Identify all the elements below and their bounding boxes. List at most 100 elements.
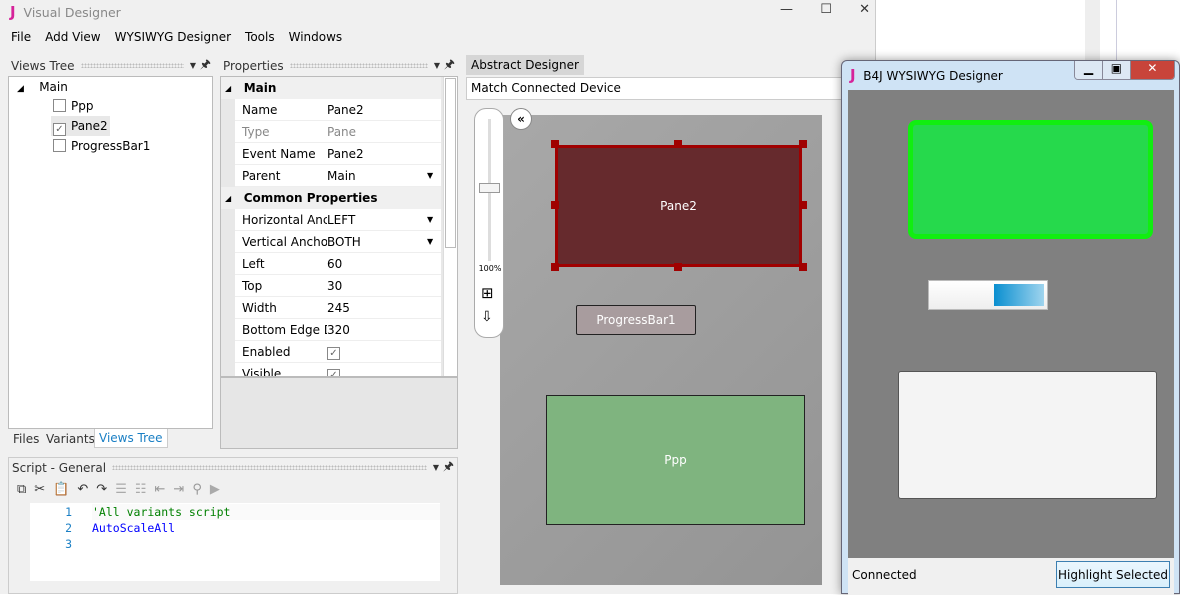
- checkbox[interactable]: [53, 139, 66, 152]
- line-numbers: 1 2 3: [30, 504, 72, 552]
- prop-value[interactable]: LEFT: [327, 213, 427, 227]
- checkbox[interactable]: [53, 99, 66, 112]
- dropdown-icon[interactable]: ▼: [433, 463, 439, 472]
- menu-windows[interactable]: Windows: [289, 30, 343, 44]
- tab-files[interactable]: Files: [13, 432, 39, 446]
- prop-row[interactable]: Horizontal AnchorLEFT▼: [235, 209, 441, 231]
- status-bar: Connected Highlight Selected: [848, 558, 1174, 595]
- line-number: 3: [65, 537, 72, 551]
- prop-value[interactable]: 30: [327, 279, 441, 293]
- code-line: 'All variants script: [92, 504, 440, 520]
- tab-variants[interactable]: Variants: [46, 432, 95, 446]
- menu-tools[interactable]: Tools: [245, 30, 275, 44]
- prop-key: Enabled: [242, 344, 291, 359]
- pin-icon[interactable]: 🖈: [443, 457, 454, 478]
- menu-file[interactable]: File: [11, 30, 31, 44]
- prop-row[interactable]: Top 30: [235, 275, 441, 297]
- prop-row[interactable]: Vertical Anchor BOTH ▼: [235, 231, 441, 253]
- tree-item-progressbar1[interactable]: ProgressBar1: [53, 136, 150, 156]
- zoom-control: 100% ⊞ ⇩: [474, 108, 504, 338]
- app-logo: J: [10, 3, 16, 21]
- prop-value[interactable]: 245: [327, 301, 441, 315]
- tree-item-ppp[interactable]: Ppp: [53, 96, 93, 116]
- minimize-icon[interactable]: —: [780, 2, 793, 17]
- category-common[interactable]: ◢ Common Properties: [221, 187, 441, 209]
- prop-row[interactable]: Enabled ✓: [235, 341, 441, 363]
- properties-grid: ◢ Main Name Pane2 Type Pane Event Name Pane…: [220, 76, 458, 449]
- export-icon[interactable]: ⇩: [481, 309, 493, 325]
- copy-icon[interactable]: ⧉: [17, 482, 26, 497]
- maximize-icon[interactable]: ☐: [820, 2, 832, 17]
- tree-root[interactable]: ◢ Main: [17, 77, 68, 97]
- designer-canvas[interactable]: Pane2 ProgressBar1 Ppp: [500, 115, 822, 585]
- window-title: B4J WYSIWYG Designer: [863, 69, 1003, 83]
- prop-row[interactable]: Width 245: [235, 297, 441, 319]
- prop-row[interactable]: Name Pane2: [235, 99, 441, 121]
- category-label: Main: [243, 81, 277, 95]
- visual-designer-window: J Visual Designer — ☐ ✕ File Add View WYSIWY…: [0, 0, 876, 594]
- outdent-icon[interactable]: ⇤: [155, 482, 166, 497]
- properties-scrollbar[interactable]: [443, 77, 457, 376]
- pin-icon[interactable]: 🖈: [444, 55, 455, 76]
- prop-key: Bottom Edge Distance: [242, 322, 327, 337]
- menu-wysiwyg-designer[interactable]: WYSIWYG Designer: [115, 30, 231, 44]
- prop-value: Pane: [327, 124, 357, 139]
- prop-value[interactable]: BOTH: [327, 235, 427, 249]
- prop-row[interactable]: Left 60: [235, 253, 441, 275]
- comment-icon[interactable]: ☰: [115, 482, 127, 497]
- minimize-icon[interactable]: ▁: [1075, 61, 1102, 79]
- prop-value[interactable]: Main: [327, 169, 427, 183]
- preview-ppp: [898, 371, 1157, 499]
- tree-item-pane2[interactable]: ✓ Pane2: [51, 116, 110, 136]
- prop-row[interactable]: Event Name Pane2: [235, 143, 441, 165]
- cut-icon[interactable]: ✂: [34, 482, 45, 497]
- variant-selector[interactable]: Match Connected Device: [466, 77, 876, 100]
- pin-icon[interactable]: 🖈: [200, 55, 211, 76]
- line-number: 2: [65, 521, 72, 535]
- collapse-icon[interactable]: ◢: [17, 84, 24, 94]
- view-ppp[interactable]: Ppp: [546, 395, 805, 525]
- indent-icon[interactable]: ⇥: [173, 482, 184, 497]
- dropdown-arrow-icon[interactable]: ▼: [427, 215, 441, 224]
- maximize-icon[interactable]: ▣: [1101, 61, 1130, 79]
- view-pane2[interactable]: Pane2: [555, 145, 802, 267]
- close-icon[interactable]: ✕: [1129, 61, 1174, 79]
- tab-abstract-designer[interactable]: Abstract Designer: [466, 55, 584, 75]
- script-toolbar: ⧉ ✂ 📋 ↶ ↷ ☰ ☷ ⇤ ⇥ ⚲ ▶: [9, 477, 457, 501]
- redo-icon[interactable]: ↷: [96, 482, 107, 497]
- category-main[interactable]: ◢ Main: [221, 77, 441, 99]
- prop-key: Width: [242, 300, 277, 315]
- prop-value[interactable]: 320: [327, 323, 441, 337]
- preview-progressbar: [928, 280, 1048, 310]
- highlight-selected-button[interactable]: Highlight Selected: [1056, 561, 1170, 588]
- enabled-checkbox[interactable]: ✓: [327, 347, 340, 360]
- close-icon[interactable]: ✕: [859, 2, 870, 17]
- paste-icon[interactable]: 📋: [53, 482, 69, 497]
- menu-add-view[interactable]: Add View: [45, 30, 101, 44]
- prop-row[interactable]: Visible ✓: [235, 363, 441, 376]
- dropdown-icon[interactable]: ▼: [190, 61, 196, 70]
- prop-value[interactable]: Pane2: [327, 103, 441, 117]
- checkbox[interactable]: ✓: [53, 123, 66, 136]
- view-label: ProgressBar1: [596, 313, 676, 327]
- collapse-panel-icon[interactable]: «: [510, 108, 532, 130]
- dropdown-arrow-icon[interactable]: ▼: [427, 237, 441, 246]
- undo-icon[interactable]: ↶: [77, 482, 88, 497]
- prop-value[interactable]: 60: [327, 257, 441, 271]
- dropdown-arrow-icon[interactable]: ▼: [427, 171, 441, 180]
- view-progressbar1[interactable]: ProgressBar1: [576, 305, 696, 335]
- uncomment-icon[interactable]: ☷: [135, 482, 147, 497]
- search-icon[interactable]: ⚲: [192, 482, 202, 497]
- visible-checkbox[interactable]: ✓: [327, 369, 340, 376]
- prop-value[interactable]: Pane2: [327, 147, 441, 161]
- fit-icon[interactable]: ⊞: [481, 284, 494, 302]
- zoom-slider-thumb[interactable]: [479, 183, 500, 193]
- script-editor[interactable]: 1 2 3 'All variants script AutoScaleAll: [10, 503, 440, 581]
- prop-row[interactable]: Bottom Edge Distance320: [235, 319, 441, 341]
- dropdown-icon[interactable]: ▼: [434, 61, 440, 70]
- device-preview: [848, 90, 1174, 558]
- tab-views-tree[interactable]: Views Tree: [94, 429, 168, 448]
- prop-row[interactable]: Parent Main ▼: [235, 165, 441, 187]
- run-icon[interactable]: ▶: [210, 482, 220, 497]
- prop-key: Type: [242, 124, 270, 139]
